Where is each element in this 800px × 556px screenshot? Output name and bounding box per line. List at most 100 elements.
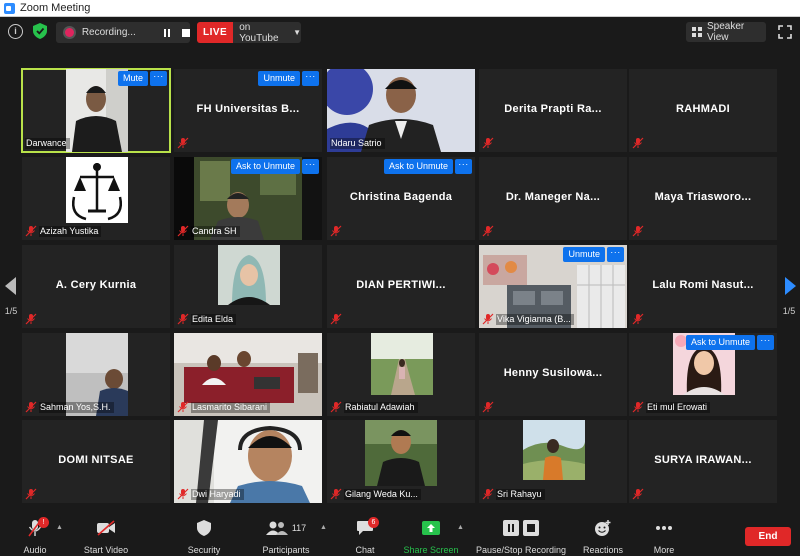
participant-name: Maya Triasworo... xyxy=(654,191,752,203)
more-label: More xyxy=(653,545,675,555)
chat-button[interactable]: 6 Chat xyxy=(346,517,384,555)
more-options-button[interactable]: ··· xyxy=(757,335,774,350)
share-screen-button[interactable]: Share Screen xyxy=(402,517,460,555)
next-page-button[interactable]: 1/5 xyxy=(778,252,800,322)
muted-mic-icon xyxy=(632,488,644,500)
more-options-button[interactable]: ··· xyxy=(607,247,624,262)
audio-button[interactable]: ! Audio xyxy=(14,517,56,555)
participant-name: Dr. Maneger Na... xyxy=(505,191,601,203)
participant-tile[interactable]: Gilang Weda Ku... xyxy=(327,420,475,503)
participant-name: SURYA IRAWAN... xyxy=(654,454,752,466)
participants-button[interactable]: 117 Participants xyxy=(258,517,314,555)
participant-tile[interactable]: Derita Prapti Ra... xyxy=(479,69,627,152)
participant-tile[interactable]: Ask to Unmute ··· Eti mul Erowati xyxy=(629,333,777,416)
speaker-view-button[interactable]: Speaker View xyxy=(686,21,766,43)
participant-name: Edita Elda xyxy=(191,314,237,325)
participant-tile[interactable]: FH Universitas B... Unmute ··· xyxy=(174,69,322,152)
muted-mic-icon xyxy=(25,313,37,325)
page-indicator-left: 1/5 xyxy=(4,306,18,316)
start-video-button[interactable]: Start Video xyxy=(78,517,134,555)
participant-tile[interactable]: Lasmarito Sibarani xyxy=(174,333,322,416)
pause-recording-icon[interactable] xyxy=(162,28,172,38)
participant-tile[interactable]: Azizah Yustika xyxy=(22,157,170,240)
participant-tile[interactable]: Mute ··· Darwance xyxy=(21,68,171,153)
participants-icon xyxy=(265,521,288,535)
audio-options-chevron-icon[interactable]: ▲ xyxy=(56,524,63,531)
fullscreen-icon[interactable] xyxy=(778,25,792,39)
more-options-button[interactable]: ··· xyxy=(302,71,319,86)
end-meeting-button[interactable]: End xyxy=(745,527,791,546)
stop-recording-icon[interactable] xyxy=(182,28,191,37)
muted-mic-icon xyxy=(482,488,494,500)
muted-mic-icon xyxy=(482,401,494,413)
title-bar: Zoom Meeting xyxy=(0,0,800,17)
pause-stop-icon xyxy=(503,520,539,536)
participant-tile[interactable]: Dwi Haryadi xyxy=(174,420,322,503)
encryption-shield-icon[interactable] xyxy=(33,23,47,39)
unmute-button[interactable]: Unmute xyxy=(258,71,300,86)
page-indicator-right: 1/5 xyxy=(782,306,796,316)
participant-tile[interactable]: Edita Elda xyxy=(174,245,322,328)
ask-to-unmute-button[interactable]: Ask to Unmute xyxy=(383,159,453,174)
chat-label: Chat xyxy=(355,545,375,555)
participant-tile[interactable]: Ndaru Satrio xyxy=(327,69,475,152)
security-button[interactable]: Security xyxy=(182,517,226,555)
participant-tile[interactable]: Unmute ··· Vika Vigianna (B... xyxy=(479,245,627,328)
participant-tile[interactable]: SURYA IRAWAN... xyxy=(629,420,777,503)
video-off-icon xyxy=(97,520,115,536)
muted-mic-icon xyxy=(632,313,644,325)
participant-tile[interactable]: Sri Rahayu xyxy=(479,420,627,503)
participant-tile[interactable]: A. Cery Kurnia xyxy=(22,245,170,328)
share-options-chevron-icon[interactable]: ▲ xyxy=(457,524,464,531)
participant-name: RAHMADI xyxy=(675,103,731,115)
participant-tile[interactable]: DOMI NITSAE xyxy=(22,420,170,503)
gallery-grid: Mute ··· Darwance FH Universitas B... Unm… xyxy=(21,68,777,503)
pause-stop-recording-button[interactable]: Pause/Stop Recording xyxy=(474,517,568,555)
more-options-button[interactable]: ··· xyxy=(455,159,472,174)
more-options-button[interactable]: ··· xyxy=(150,71,167,86)
live-target: on YouTube xyxy=(239,22,279,43)
ask-to-unmute-button[interactable]: Ask to Unmute xyxy=(685,335,755,350)
ask-to-unmute-button[interactable]: Ask to Unmute xyxy=(230,159,300,174)
participant-tile[interactable]: Maya Triasworo... xyxy=(629,157,777,240)
participant-tile[interactable]: Rabiatul Adawiah xyxy=(327,333,475,416)
participant-tile[interactable]: Christina Bagenda Ask to Unmute ··· xyxy=(327,157,475,240)
meeting-toolbar: ! Audio ▲ Start Video Security 117 Parti… xyxy=(0,514,800,556)
muted-mic-icon xyxy=(632,401,644,413)
participant-tile[interactable]: Dr. Maneger Na... xyxy=(479,157,627,240)
muted-mic-icon xyxy=(177,401,189,413)
participant-tile[interactable]: Sahman Yos,S.H. xyxy=(22,333,170,416)
participant-tile[interactable]: RAHMADI xyxy=(629,69,777,152)
participant-name: Sri Rahayu xyxy=(496,489,545,500)
muted-mic-icon xyxy=(330,225,342,237)
participant-tile[interactable]: Henny Susilowa... xyxy=(479,333,627,416)
chevron-down-icon[interactable]: ▼ xyxy=(293,28,301,37)
muted-mic-icon xyxy=(25,225,37,237)
share-screen-label: Share Screen xyxy=(403,545,459,555)
participant-name: DIAN PERTIWI... xyxy=(356,279,446,291)
participants-count: 117 xyxy=(291,523,307,533)
participants-label: Participants xyxy=(262,545,310,555)
participants-options-chevron-icon[interactable]: ▲ xyxy=(320,524,327,531)
unmute-button[interactable]: Unmute xyxy=(563,247,605,262)
participant-tile[interactable]: Lalu Romi Nasut... xyxy=(629,245,777,328)
participant-tile[interactable]: Ask to Unmute ··· Candra SH xyxy=(174,157,322,240)
chat-unread-badge: 6 xyxy=(368,517,379,528)
mute-button[interactable]: Mute xyxy=(117,71,148,86)
muted-mic-icon xyxy=(330,488,342,500)
muted-mic-icon xyxy=(330,401,342,413)
previous-page-button[interactable]: 1/5 xyxy=(0,252,22,322)
reactions-label: Reactions xyxy=(582,545,624,555)
more-options-button[interactable]: ··· xyxy=(302,159,319,174)
participant-name: Azizah Yustika xyxy=(39,226,102,237)
participant-name: DOMI NITSAE xyxy=(58,454,134,466)
live-badge: LIVE xyxy=(197,22,234,43)
live-stream-indicator[interactable]: LIVE on YouTube ▼ xyxy=(197,22,301,43)
more-button[interactable]: More xyxy=(646,517,682,555)
meeting-info-icon[interactable]: i xyxy=(8,24,23,39)
participant-tile[interactable]: DIAN PERTIWI... xyxy=(327,245,475,328)
share-screen-icon xyxy=(422,521,440,535)
audio-alert-badge: ! xyxy=(38,517,49,528)
muted-mic-icon xyxy=(330,313,342,325)
reactions-button[interactable]: Reactions xyxy=(580,517,626,555)
